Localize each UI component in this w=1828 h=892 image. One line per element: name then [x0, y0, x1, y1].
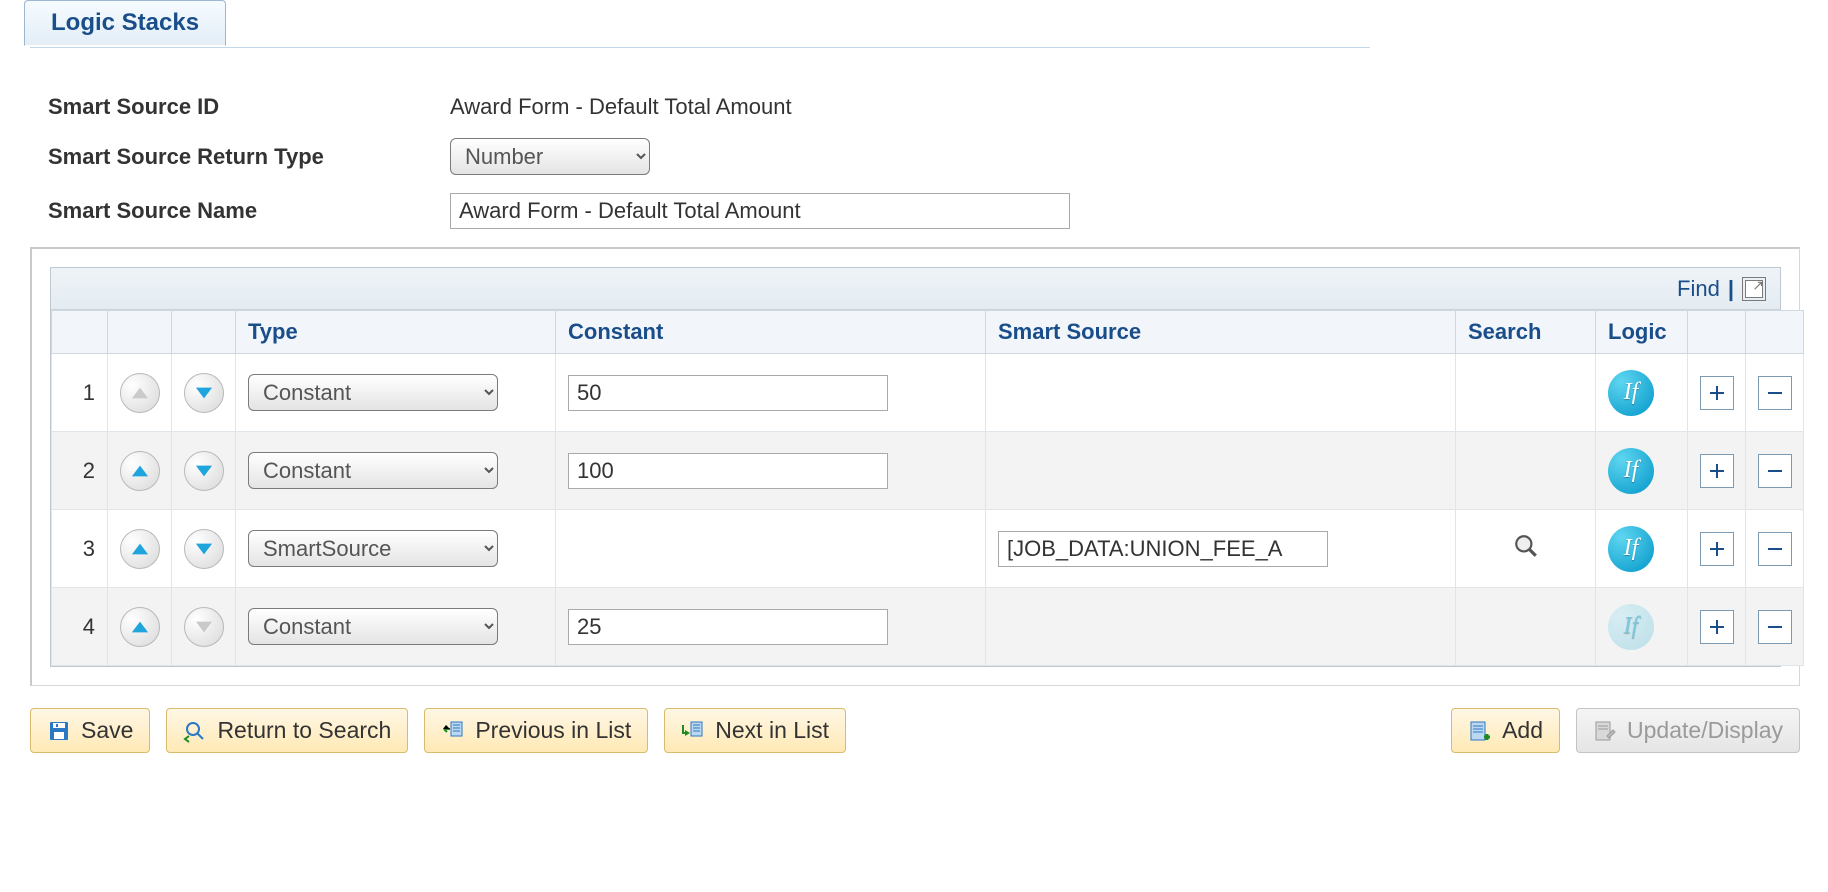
value-smart-source-id: Award Form - Default Total Amount — [450, 94, 792, 120]
type-select[interactable]: Constant — [248, 608, 498, 645]
label-smart-source-id: Smart Source ID — [30, 94, 450, 120]
constant-input[interactable] — [568, 453, 888, 489]
tab-strip: Logic Stacks — [30, 0, 1370, 48]
return-to-search-button[interactable]: Return to Search — [166, 708, 408, 753]
col-blank-1 — [52, 311, 108, 354]
previous-in-list-button[interactable]: Previous in List — [424, 708, 648, 753]
return-search-label: Return to Search — [217, 717, 391, 744]
col-blank-4 — [1688, 311, 1746, 354]
table-row: 3 SmartSource If — [52, 510, 1804, 588]
header-fields: Smart Source ID Award Form - Default Tot… — [30, 94, 1798, 229]
move-down-button[interactable] — [184, 529, 224, 569]
col-blank-5 — [1746, 311, 1804, 354]
logic-if-button: If — [1608, 604, 1654, 650]
type-select[interactable]: SmartSource — [248, 530, 498, 567]
save-label: Save — [81, 717, 133, 744]
label-return-type: Smart Source Return Type — [30, 144, 450, 170]
next-label: Next in List — [715, 717, 829, 744]
search-icon[interactable] — [1513, 533, 1539, 559]
input-smart-source-name[interactable] — [450, 193, 1070, 229]
move-up-button[interactable] — [120, 529, 160, 569]
type-select[interactable]: Constant — [248, 374, 498, 411]
add-row-button[interactable] — [1700, 610, 1734, 644]
col-search[interactable]: Search — [1456, 311, 1596, 354]
table-row: 1 Constant If — [52, 354, 1804, 432]
col-logic[interactable]: Logic — [1596, 311, 1688, 354]
delete-row-button[interactable] — [1758, 610, 1792, 644]
col-smart-source[interactable]: Smart Source — [986, 311, 1456, 354]
popout-icon[interactable] — [1742, 277, 1766, 301]
add-icon — [1468, 719, 1492, 743]
grid-container: Find | Type Constant S — [30, 247, 1800, 686]
save-icon — [47, 719, 71, 743]
grid-toolbar: Find | — [51, 268, 1780, 310]
move-up-button[interactable] — [120, 607, 160, 647]
table-row: 4 Constant If — [52, 588, 1804, 666]
smart-source-input[interactable] — [998, 531, 1328, 567]
constant-input[interactable] — [568, 375, 888, 411]
add-row-button[interactable] — [1700, 532, 1734, 566]
add-row-button[interactable] — [1700, 376, 1734, 410]
logic-stack-grid: Find | Type Constant S — [50, 267, 1781, 667]
table-row: 2 Constant If — [52, 432, 1804, 510]
row-number: 3 — [52, 510, 108, 588]
logic-if-button[interactable]: If — [1608, 370, 1654, 416]
previous-label: Previous in List — [475, 717, 631, 744]
grid-header-row: Type Constant Smart Source Search Logic — [52, 311, 1804, 354]
move-down-button[interactable] — [184, 451, 224, 491]
return-search-icon — [183, 719, 207, 743]
delete-row-button[interactable] — [1758, 454, 1792, 488]
delete-row-button[interactable] — [1758, 376, 1792, 410]
grid-table: Type Constant Smart Source Search Logic … — [51, 310, 1804, 666]
find-link[interactable]: Find — [1677, 276, 1720, 302]
type-select[interactable]: Constant — [248, 452, 498, 489]
update-display-icon — [1593, 719, 1617, 743]
col-constant[interactable]: Constant — [556, 311, 986, 354]
col-type[interactable]: Type — [236, 311, 556, 354]
move-up-button[interactable] — [120, 451, 160, 491]
delete-row-button[interactable] — [1758, 532, 1792, 566]
logic-if-button[interactable]: If — [1608, 526, 1654, 572]
update-display-button: Update/Display — [1576, 708, 1800, 753]
row-number: 1 — [52, 354, 108, 432]
select-return-type[interactable]: Number — [450, 138, 650, 175]
label-smart-source-name: Smart Source Name — [30, 198, 450, 224]
prev-list-icon — [441, 719, 465, 743]
next-list-icon — [681, 719, 705, 743]
save-button[interactable]: Save — [30, 708, 150, 753]
move-down-button[interactable] — [184, 373, 224, 413]
add-label: Add — [1502, 717, 1543, 744]
col-blank-3 — [172, 311, 236, 354]
row-number: 4 — [52, 588, 108, 666]
add-row-button[interactable] — [1700, 454, 1734, 488]
toolbar-separator: | — [1728, 276, 1734, 302]
move-up-button — [120, 373, 160, 413]
row-number: 2 — [52, 432, 108, 510]
next-in-list-button[interactable]: Next in List — [664, 708, 846, 753]
add-button[interactable]: Add — [1451, 708, 1560, 753]
col-blank-2 — [108, 311, 172, 354]
move-down-button — [184, 607, 224, 647]
action-bar: Save Return to Search Previous in List N… — [30, 708, 1800, 753]
logic-if-button[interactable]: If — [1608, 448, 1654, 494]
constant-input[interactable] — [568, 609, 888, 645]
update-display-label: Update/Display — [1627, 717, 1783, 744]
tab-logic-stacks[interactable]: Logic Stacks — [24, 0, 226, 46]
